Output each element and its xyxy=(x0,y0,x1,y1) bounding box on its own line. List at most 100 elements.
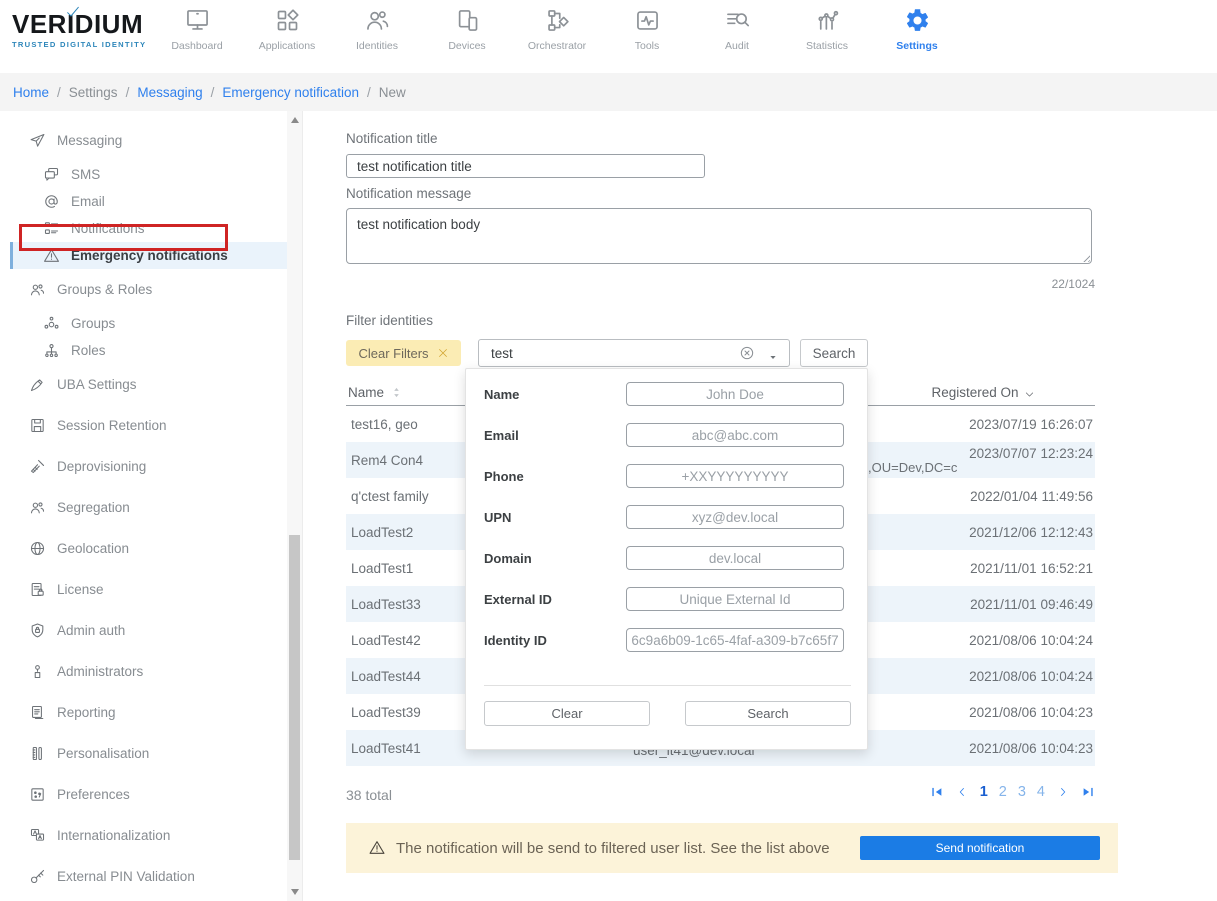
sidebar-item[interactable]: Email xyxy=(0,188,287,215)
paper-plane-icon xyxy=(29,132,46,149)
nav-item[interactable]: Statistics xyxy=(782,7,872,52)
brand-name: VERIDIUM xyxy=(12,9,144,39)
floppy-disk-icon xyxy=(29,417,46,434)
pagination-prev-icon[interactable] xyxy=(955,785,969,799)
sidebar-item[interactable]: Personalisation xyxy=(0,740,287,767)
row-registered-on: 2023/07/07 12:23:24 xyxy=(969,446,1093,461)
sidebar-item[interactable]: UBA Settings xyxy=(0,371,287,398)
notification-message-textarea[interactable]: test notification body xyxy=(346,208,1092,264)
sidebar-item-label: Notifications xyxy=(71,221,145,236)
sidebar-item[interactable]: Preferences xyxy=(0,781,287,808)
scrollbar-down-button[interactable] xyxy=(287,885,302,899)
filter-field-input[interactable] xyxy=(626,546,844,570)
nav-item[interactable]: Orchestrator xyxy=(512,7,602,52)
sidebar-item[interactable]: Roles xyxy=(0,337,287,364)
send-notification-button[interactable]: Send notification xyxy=(860,836,1100,860)
scrollbar-thumb[interactable] xyxy=(289,535,300,860)
filter-field: Identity ID xyxy=(484,628,849,652)
nav-item[interactable]: Audit xyxy=(692,7,782,52)
filter-field-input[interactable] xyxy=(626,587,844,611)
pagination-page[interactable]: 4 xyxy=(1037,784,1045,800)
filter-field-input[interactable] xyxy=(626,382,844,406)
sidebar-item[interactable]: Deprovisioning xyxy=(0,453,287,480)
clear-filters-chip[interactable]: Clear Filters xyxy=(346,340,461,366)
sidebar-item-label: Admin auth xyxy=(57,623,126,638)
nav-item[interactable]: Tools xyxy=(602,7,692,52)
clear-circle-icon[interactable] xyxy=(739,345,755,361)
filter-field-input[interactable] xyxy=(626,464,844,488)
roles-org-icon xyxy=(43,342,60,359)
nav-item[interactable]: Devices xyxy=(422,7,512,52)
breadcrumb-item[interactable]: Messaging xyxy=(137,85,222,100)
nav-item[interactable]: Applications xyxy=(242,7,332,52)
sidebar-item[interactable]: Segregation xyxy=(0,494,287,521)
nav-item[interactable]: Identities xyxy=(332,7,422,52)
panel-search-button[interactable]: Search xyxy=(685,701,851,726)
column-header-name[interactable]: Name xyxy=(348,385,403,400)
filter-field: External ID xyxy=(484,587,849,611)
sidebar-item[interactable]: Emergency notifications xyxy=(10,242,287,269)
sidebar-item[interactable]: SMS xyxy=(0,161,287,188)
nav-item-label: Applications xyxy=(258,40,316,52)
sidebar-item[interactable]: Internationalization xyxy=(0,822,287,849)
pagination-next-icon[interactable] xyxy=(1056,785,1070,799)
logo-checkmark-icon xyxy=(64,4,82,20)
audit-icon xyxy=(724,7,751,34)
sidebar-item[interactable]: Notifications xyxy=(0,215,287,242)
sidebar-item-label: Segregation xyxy=(57,500,130,515)
sidebar-item[interactable]: External PIN Validation xyxy=(0,863,287,890)
sidebar-item[interactable]: License xyxy=(0,576,287,603)
warning-icon xyxy=(368,839,386,856)
nav-item[interactable]: Settings xyxy=(872,7,962,52)
pagination-first-icon[interactable] xyxy=(930,785,944,799)
pagination-page[interactable]: 2 xyxy=(999,784,1007,800)
sidebar-item[interactable]: Reporting xyxy=(0,699,287,726)
filter-field-input[interactable] xyxy=(626,423,844,447)
filter-identities-label: Filter identities xyxy=(346,313,434,328)
row-name: LoadTest41 xyxy=(351,740,421,756)
chevron-down-icon[interactable] xyxy=(1024,388,1035,399)
filter-field-label: Phone xyxy=(484,468,524,484)
sidebar-item[interactable]: Session Retention xyxy=(0,412,287,439)
sidebar-scrollbar[interactable] xyxy=(287,111,302,901)
chip-close-icon[interactable] xyxy=(437,347,449,359)
pagination-page[interactable]: 3 xyxy=(1018,784,1026,800)
sidebar-item-label: UBA Settings xyxy=(57,377,137,392)
breadcrumb-item[interactable]: New xyxy=(379,85,422,100)
sidebar-item-label: External PIN Validation xyxy=(57,869,195,884)
sidebar-item[interactable]: Admin auth xyxy=(0,617,287,644)
nav-item-label: Statistics xyxy=(805,40,848,52)
pagination-last-icon[interactable] xyxy=(1081,785,1095,799)
sidebar-item-label: Administrators xyxy=(57,664,144,679)
pagination: 1 2 3 4 xyxy=(930,784,1095,800)
filter-field-input[interactable] xyxy=(626,505,844,529)
search-button[interactable]: Search xyxy=(800,339,868,367)
sidebar-item[interactable]: Geolocation xyxy=(0,535,287,562)
sidebar-item-label: Internationalization xyxy=(57,828,171,843)
filter-field-input[interactable] xyxy=(626,628,844,652)
sidebar-item[interactable]: Administrators xyxy=(0,658,287,685)
filter-field-label: Email xyxy=(484,427,519,443)
breadcrumb: Home Settings Messaging Emergency notifi… xyxy=(0,73,1217,111)
filter-field-label: UPN xyxy=(484,509,512,525)
sms-icon xyxy=(43,166,60,183)
notification-title-input[interactable] xyxy=(346,154,705,178)
globe-icon xyxy=(29,540,46,557)
breadcrumb-item[interactable]: Home xyxy=(13,85,69,100)
brand-logo[interactable]: VERIDIUM TRUSTED DIGITAL IDENTITY xyxy=(12,6,152,49)
breadcrumb-item[interactable]: Emergency notification xyxy=(222,85,378,100)
nav-item[interactable]: Dashboard xyxy=(152,7,242,52)
sidebar-item[interactable]: Groups & Roles xyxy=(0,276,287,303)
sort-icon[interactable] xyxy=(390,386,403,399)
row-name: q'ctest family xyxy=(351,488,429,504)
column-header-registered-on[interactable]: Registered On xyxy=(898,385,1068,400)
breadcrumb-item[interactable]: Settings xyxy=(69,85,138,100)
users-icon xyxy=(29,499,46,516)
sidebar-item[interactable]: Messaging xyxy=(0,127,287,154)
caret-down-icon[interactable] xyxy=(768,349,778,359)
panel-clear-button[interactable]: Clear xyxy=(484,701,650,726)
at-sign-icon xyxy=(43,193,60,210)
pagination-page[interactable]: 1 xyxy=(980,784,988,800)
sidebar-item[interactable]: Groups xyxy=(0,310,287,337)
scrollbar-up-button[interactable] xyxy=(287,113,302,127)
